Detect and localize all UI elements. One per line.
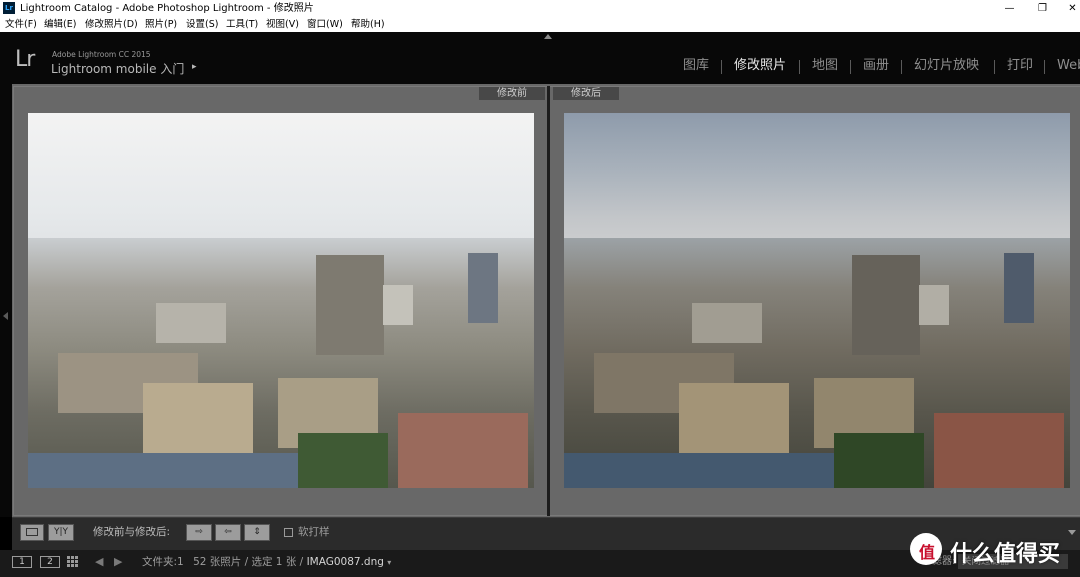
forward-arrow-icon[interactable]: ▶: [114, 556, 122, 568]
trees: [834, 433, 924, 488]
compare-divider: [547, 86, 550, 516]
loupe-view-button[interactable]: [20, 524, 44, 541]
module-web[interactable]: Web: [1057, 58, 1080, 74]
module-separator: [1044, 60, 1045, 74]
grid-view-icon[interactable]: [67, 556, 79, 568]
rooftops: [28, 453, 308, 488]
module-separator: [994, 60, 995, 74]
tower-building: [1004, 253, 1034, 323]
expand-left-panel-icon[interactable]: [3, 312, 8, 320]
apartment-block: [143, 383, 253, 453]
secondary-window-button[interactable]: 2: [40, 556, 60, 568]
copy-after-to-before-button[interactable]: ⇦: [215, 524, 241, 541]
module-develop[interactable]: 修改照片: [734, 58, 786, 74]
back-arrow-icon[interactable]: ◀: [95, 556, 103, 568]
collapse-top-panel-icon[interactable]: [544, 34, 552, 39]
module-separator: [721, 60, 722, 74]
tower-building: [383, 285, 413, 325]
identity-panel: Lr Adobe Lightroom CC 2015 Lightroom mob…: [0, 32, 1080, 84]
copy-before-to-after-button[interactable]: ⇨: [186, 524, 212, 541]
menu-edit[interactable]: 编辑(E): [44, 17, 76, 32]
menu-view[interactable]: 视图(V): [266, 17, 299, 32]
soft-proof-checkbox[interactable]: [284, 528, 293, 537]
before-label: 修改前: [479, 87, 545, 100]
after-label: 修改后: [553, 87, 619, 100]
module-book[interactable]: 画册: [863, 58, 889, 74]
selected-filename: IMAG0087.dng: [306, 556, 384, 568]
module-library[interactable]: 图库: [683, 58, 709, 74]
menu-tools[interactable]: 工具(T): [226, 17, 258, 32]
loupe-icon: [26, 528, 38, 536]
primary-window-button[interactable]: 1: [12, 556, 32, 568]
red-rooftops: [934, 413, 1064, 488]
tower-building: [316, 255, 384, 355]
swap-before-after-button[interactable]: ⇕: [244, 524, 270, 541]
rooftops: [564, 453, 844, 488]
menu-help[interactable]: 帮助(H): [351, 17, 385, 32]
minimize-button[interactable]: —: [992, 0, 1027, 17]
before-after-view-button[interactable]: Y|Y: [48, 524, 74, 541]
module-map[interactable]: 地图: [812, 58, 838, 74]
title-bar: Lr Lightroom Catalog - Adobe Photoshop L…: [0, 0, 1080, 17]
watermark-mark: 值: [919, 543, 936, 562]
after-photo[interactable]: [564, 113, 1070, 488]
trees: [298, 433, 388, 488]
left-panel-collapsed: [0, 84, 12, 517]
apartment-block: [692, 303, 762, 343]
photo-sky: [564, 113, 1070, 253]
module-separator: [901, 60, 902, 74]
filename-dropdown-icon[interactable]: ▾: [387, 558, 391, 567]
menu-settings[interactable]: 设置(S): [186, 17, 218, 32]
module-slideshow[interactable]: 幻灯片放映: [914, 58, 979, 74]
tower-building: [919, 285, 949, 325]
mobile-getting-started-link[interactable]: Lightroom mobile 入门: [51, 60, 184, 77]
menu-bar: 文件(F) 编辑(E) 修改照片(D) 照片(P) 设置(S) 工具(T) 视图…: [0, 17, 1080, 32]
toolbar-menu-arrow-icon[interactable]: [1068, 530, 1076, 535]
menu-file[interactable]: 文件(F): [5, 17, 37, 32]
red-rooftops: [398, 413, 528, 488]
product-name: Adobe Lightroom CC 2015: [52, 50, 151, 59]
filmstrip-source-info[interactable]: 文件夹:1 52 张照片 / 选定 1 张 / IMAG0087.dng ▾: [142, 555, 391, 570]
photo-count: 52 张照片 / 选定 1 张 /: [193, 556, 304, 568]
watermark-logo: 值: [910, 533, 942, 565]
module-separator: [850, 60, 851, 74]
module-print[interactable]: 打印: [1007, 58, 1033, 74]
menu-window[interactable]: 窗口(W): [307, 17, 343, 32]
module-separator: [799, 60, 800, 74]
menu-photo[interactable]: 照片(P): [145, 17, 177, 32]
play-arrow-icon[interactable]: ▸: [192, 62, 197, 72]
watermark-text: 什么值得买: [950, 542, 1061, 567]
lightroom-app-icon: Lr: [3, 2, 15, 14]
tower-building: [852, 255, 920, 355]
tower-building: [468, 253, 498, 323]
photo-sky: [28, 113, 534, 253]
apartment-block: [679, 383, 789, 453]
apartment-block: [156, 303, 226, 343]
before-after-label: 修改前与修改后:: [93, 526, 171, 538]
close-button[interactable]: ✕: [1055, 0, 1080, 17]
source-folder-label: 文件夹:1: [142, 556, 184, 568]
window-title: Lightroom Catalog - Adobe Photoshop Ligh…: [20, 3, 314, 14]
soft-proof-label: 软打样: [298, 526, 330, 538]
lr-logo: Lr: [15, 47, 35, 72]
before-photo[interactable]: [28, 113, 534, 488]
menu-develop[interactable]: 修改照片(D): [85, 17, 138, 32]
